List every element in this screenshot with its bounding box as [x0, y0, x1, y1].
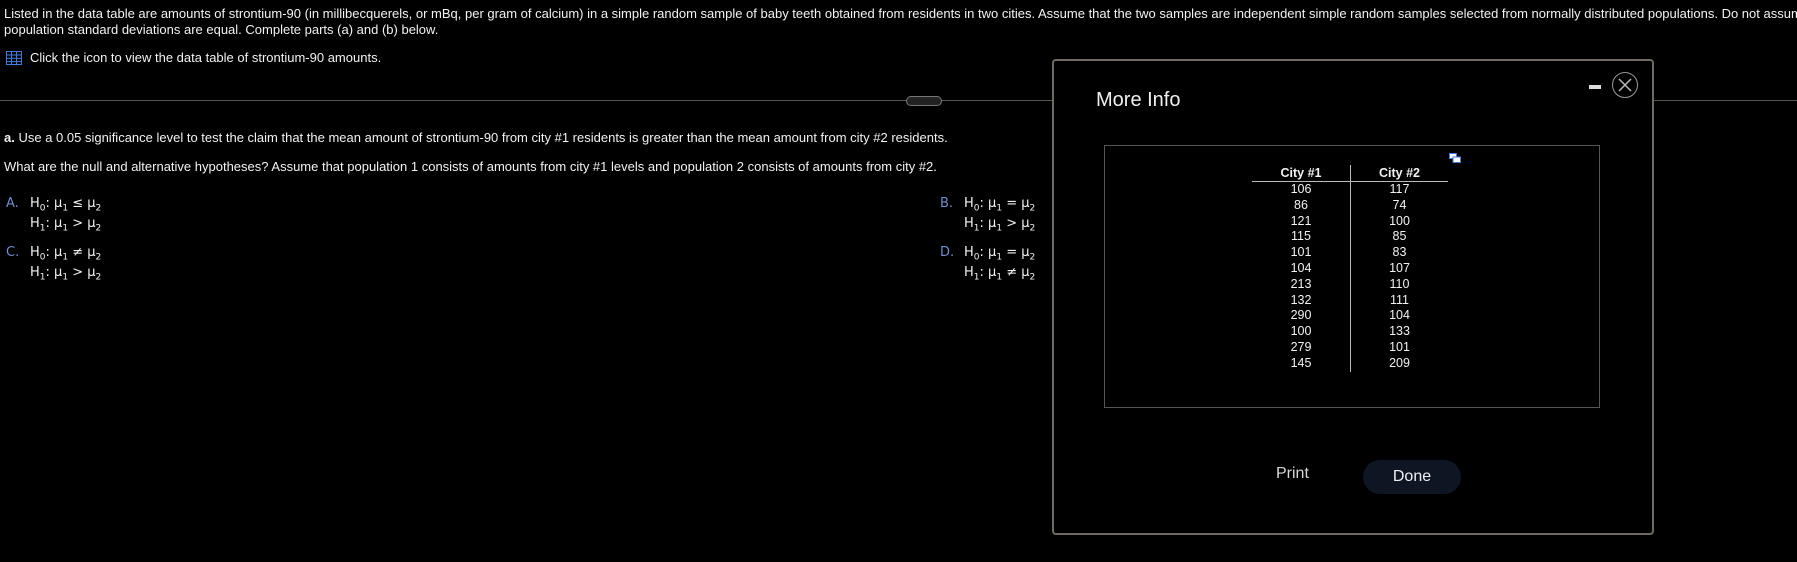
table-row: 104 107: [1252, 260, 1448, 277]
city-2-cell: 209: [1389, 355, 1410, 370]
city-1-cell: 86: [1252, 197, 1351, 214]
more-info-dialog[interactable]: More Info City #1 City #2 106 117 86 74 121 1…: [1052, 59, 1654, 535]
option-b[interactable]: B. H0: μ1 = μ2 H1: μ1 > μ2: [940, 194, 1035, 234]
table-row: 100 133: [1252, 324, 1448, 340]
city-2-cell: 133: [1389, 324, 1410, 339]
table-row: 279 101: [1252, 339, 1448, 356]
hypothesis-prompt: What are the null and alternative hypoth…: [4, 159, 937, 174]
option-a[interactable]: A. H0: μ1 ≤ μ2 H1: μ1 > μ2: [6, 194, 101, 234]
option-letter: B.: [940, 196, 954, 211]
option-d-h0-operator: =: [1006, 245, 1018, 260]
intro-line-2: population standard deviations are equal…: [4, 22, 439, 37]
city-1-cell: 279: [1252, 339, 1351, 356]
city-2-cell: 104: [1389, 308, 1410, 323]
table-row: 121 100: [1252, 213, 1448, 230]
table-row: 115 85: [1252, 229, 1448, 246]
question-a-text: Use a 0.05 significance level to test th…: [18, 130, 948, 145]
intro-line-1: Listed in the data table are amounts of …: [4, 6, 1797, 21]
print-button[interactable]: Print: [1276, 465, 1309, 483]
table-body: 106 117 86 74 121 100 115 85 101 83 104 107 213 110 13…: [1252, 181, 1448, 372]
minimize-icon[interactable]: [1589, 85, 1601, 89]
city-1-cell: 100: [1252, 324, 1351, 340]
data-table-link[interactable]: Click the icon to view the data table of…: [6, 50, 381, 65]
city-1-cell: 121: [1252, 213, 1351, 230]
table-row: 106 117: [1252, 181, 1448, 198]
option-c-h1-operator: >: [72, 265, 84, 280]
city-2-cell: 101: [1389, 339, 1410, 354]
dialog-title: More Info: [1096, 89, 1181, 111]
question-a: a. Use a 0.05 significance level to test…: [4, 130, 948, 145]
data-table-container: City #1 City #2 106 117 86 74 121 100 115 85 101…: [1104, 145, 1600, 408]
option-a-h1-operator: >: [72, 216, 84, 231]
option-a-h0-operator: ≤: [72, 196, 84, 211]
city-1-cell: 132: [1252, 292, 1351, 309]
option-letter: D.: [940, 245, 955, 260]
city-2-cell: 100: [1389, 213, 1410, 228]
close-icon[interactable]: [1612, 72, 1638, 98]
option-d-h1-operator: ≠: [1006, 265, 1018, 280]
option-b-h0-operator: =: [1006, 196, 1018, 211]
city-1-cell: 290: [1252, 308, 1351, 325]
option-b-h1-operator: >: [1006, 216, 1018, 231]
city-2-cell: 107: [1389, 260, 1410, 275]
column-header-city-2: City #2: [1350, 165, 1448, 182]
done-button[interactable]: Done: [1363, 460, 1461, 494]
option-letter: A.: [6, 196, 19, 211]
table-row: 213 110: [1252, 276, 1448, 293]
city-1-cell: 106: [1252, 181, 1351, 198]
problem-intro: Listed in the data table are amounts of …: [4, 6, 1797, 38]
city-1-cell: 101: [1252, 245, 1351, 261]
city-2-cell: 111: [1389, 292, 1409, 307]
data-table-link-text[interactable]: Click the icon to view the data table of…: [30, 50, 381, 65]
column-header-city-1: City #1: [1252, 165, 1351, 182]
city-1-cell: 104: [1252, 260, 1351, 277]
table-row: 145 209: [1252, 355, 1448, 372]
city-2-cell: 85: [1392, 229, 1407, 244]
city-2-cell: 110: [1389, 276, 1410, 291]
strontium-data-table: City #1 City #2 106 117 86 74 121 100 115 85 101…: [1252, 165, 1448, 372]
option-letter: C.: [6, 245, 20, 260]
city-1-cell: 115: [1252, 229, 1351, 246]
table-row: 101 83: [1252, 245, 1448, 261]
table-row: 86 74: [1252, 197, 1448, 214]
divider-drag-handle[interactable]: [906, 96, 942, 106]
city-1-cell: 145: [1252, 355, 1351, 372]
option-c-h0-operator: ≠: [72, 245, 84, 260]
table-row: 290 104: [1252, 308, 1448, 325]
table-row: 132 111: [1252, 292, 1448, 309]
option-c[interactable]: C. H0: μ1 ≠ μ2 H1: μ1 > μ2: [6, 243, 101, 283]
option-d[interactable]: D. H0: μ1 = μ2 H1: μ1 ≠ μ2: [940, 243, 1035, 283]
city-2-cell: 74: [1392, 197, 1407, 212]
table-icon[interactable]: [6, 50, 22, 65]
question-a-label: a.: [4, 130, 15, 145]
city-1-cell: 213: [1252, 276, 1351, 293]
copy-icon[interactable]: [1449, 153, 1461, 163]
city-2-cell: 117: [1389, 182, 1410, 196]
city-2-cell: 83: [1392, 245, 1407, 260]
